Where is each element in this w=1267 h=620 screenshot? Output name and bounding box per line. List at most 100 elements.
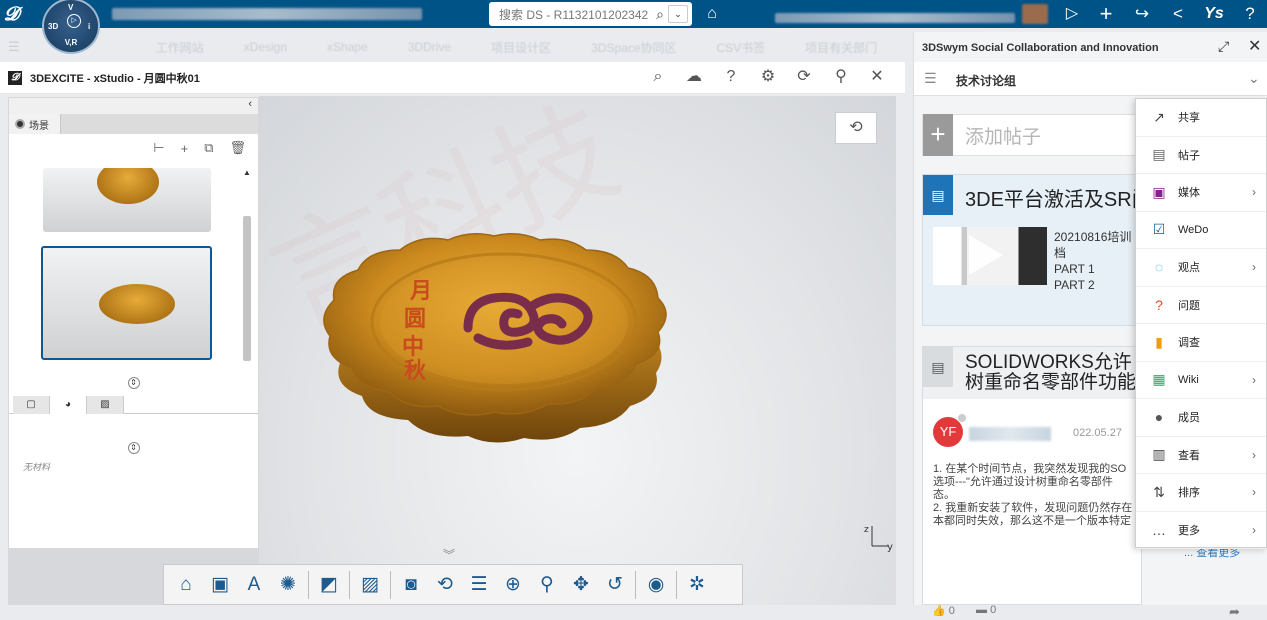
zoom-icon[interactable]: ⊕: [499, 571, 527, 599]
panel-splitter-2[interactable]: ⇕: [9, 442, 258, 458]
scroll-up-icon[interactable]: ▲: [243, 168, 251, 177]
camera-icon[interactable]: ◉: [642, 571, 670, 599]
help-icon[interactable]: ?: [1236, 0, 1264, 28]
post-title[interactable]: SOLIDWORKS允许 树重命名零部件功能: [965, 353, 1136, 393]
post-card-1[interactable]: ▤ 3DE平台激活及SR问 20210816培训档 PART 1 PART 2: [922, 174, 1142, 326]
hierarchy-icon[interactable]: ⊢: [153, 140, 164, 156]
tab-6[interactable]: CSV书签: [716, 39, 765, 56]
render-settings-icon[interactable]: ✺: [274, 571, 302, 599]
3dexperience-icon[interactable]: Ys: [1200, 0, 1228, 28]
menu-item-11[interactable]: … 更多 ›: [1136, 512, 1266, 549]
menu-icon[interactable]: ☰: [924, 70, 937, 87]
post-title[interactable]: 3DE平台激活及SR问: [965, 183, 1141, 212]
tab-5[interactable]: 3DSpace协同区: [591, 39, 676, 56]
play-icon[interactable]: [969, 235, 1003, 275]
pan-icon[interactable]: ✥: [567, 571, 595, 599]
search-icon[interactable]: ⌕: [645, 62, 671, 94]
help-icon[interactable]: ?: [718, 62, 744, 94]
scroll-thumb[interactable]: [243, 216, 251, 361]
compass-play-icon[interactable]: ▷: [67, 14, 81, 28]
add-icon[interactable]: +: [1092, 0, 1120, 28]
menu-item-2[interactable]: ▣ 媒体 ›: [1136, 174, 1266, 212]
menu-item-8[interactable]: ● 成员: [1136, 399, 1266, 437]
tab-4[interactable]: 项目设计区: [491, 39, 551, 56]
compass-west[interactable]: 3D: [48, 22, 58, 31]
search-box[interactable]: 搜索 DS - R1132101202342 ⌕ ⌄: [489, 2, 692, 26]
pin-icon[interactable]: ⚲: [828, 62, 854, 94]
menu-item-3[interactable]: ☑ WeDo: [1136, 212, 1266, 249]
tab-scene[interactable]: 场景: [9, 114, 61, 134]
tab-image-icon[interactable]: ▨: [87, 396, 124, 414]
more-tools-icon[interactable]: ✲: [683, 571, 711, 599]
orbit-icon[interactable]: ↺: [601, 571, 629, 599]
group-bar: ☰ 技术讨论组 ⌄: [914, 62, 1267, 96]
share-post-icon[interactable]: ➦: [1229, 604, 1240, 620]
save-icon[interactable]: ▣: [206, 571, 234, 599]
comment-count[interactable]: ▬ 0: [976, 604, 996, 616]
close-icon[interactable]: ✕: [864, 62, 890, 94]
scrollbar[interactable]: ▲: [241, 168, 253, 368]
play-icon[interactable]: ▷: [1058, 0, 1086, 28]
environment-dropdown-icon[interactable]: ◩: [315, 571, 343, 599]
scene-thumbnail-1[interactable]: [43, 168, 211, 232]
menu-item-4[interactable]: ◌ 观点 ›: [1136, 249, 1266, 287]
mooncake-model[interactable]: 月 圆 中 秋: [318, 228, 670, 448]
camera-view-button[interactable]: ⟲: [835, 112, 877, 144]
search-input[interactable]: 搜索 DS - R1132101202342: [499, 6, 652, 23]
menu-item-0[interactable]: ↗ 共享: [1136, 99, 1266, 137]
menu-item-9[interactable]: ▥ 查看 ›: [1136, 437, 1266, 474]
add-icon[interactable]: +: [181, 141, 189, 156]
menu-item-7[interactable]: ▦ Wiki ›: [1136, 362, 1266, 399]
search-dropdown-button[interactable]: ⌄: [668, 5, 688, 23]
settings-gear-icon[interactable]: ⚙: [755, 62, 781, 94]
post-card-2[interactable]: ▤ SOLIDWORKS允许 树重命名零部件功能 YF 022.05.27 1.…: [922, 346, 1142, 605]
rotate-view-icon[interactable]: ⟲: [431, 571, 459, 599]
author-name[interactable]: [969, 427, 1051, 441]
menu-item-1[interactable]: ▤ 帖子: [1136, 137, 1266, 174]
expand-toolbar-icon[interactable]: ︾: [443, 546, 455, 563]
user-avatar[interactable]: [1022, 4, 1048, 24]
list-icon[interactable]: ☰: [465, 571, 493, 599]
like-count[interactable]: 👍 0: [932, 604, 955, 617]
search-zoom-icon[interactable]: ⚲: [533, 571, 561, 599]
expand-icon[interactable]: ⤢: [1218, 38, 1229, 55]
tab-0[interactable]: 工作网站: [156, 39, 204, 56]
home-icon[interactable]: ⌂: [172, 571, 200, 599]
network-share-icon[interactable]: <: [1164, 0, 1192, 28]
duplicate-icon[interactable]: ⧉: [204, 140, 213, 156]
view-icon[interactable]: ◙: [397, 571, 425, 599]
delete-icon[interactable]: 🗑: [229, 140, 246, 156]
cloud-icon[interactable]: ☁: [681, 62, 707, 94]
menu-item-5[interactable]: ? 问题: [1136, 287, 1266, 324]
tab-material-icon[interactable]: ◕: [50, 396, 87, 414]
compass-widget[interactable]: V 3D i ▷ V,R: [42, 0, 100, 54]
3ds-logo-icon[interactable]: 𝓓: [4, 2, 32, 26]
scene-thumbnail-2[interactable]: [41, 246, 212, 360]
tab-model-icon[interactable]: ▢: [13, 396, 50, 414]
text-style-icon[interactable]: A: [240, 571, 268, 599]
image-icon[interactable]: ▨: [356, 571, 384, 599]
refresh-icon[interactable]: ⟳: [791, 62, 817, 94]
compass-east[interactable]: i: [88, 22, 90, 31]
search-icon[interactable]: ⌕: [656, 6, 664, 23]
svg-text:圆: 圆: [404, 306, 426, 332]
post-body: 1. 在某个时间节点，我突然发现我的SO 选项---"允许通过设计树重命名零部件…: [933, 463, 1133, 527]
collapse-panel-icon[interactable]: ‹: [9, 98, 258, 114]
tab-1[interactable]: xDesign: [244, 40, 287, 54]
tag-icon[interactable]: ⌂: [698, 0, 726, 28]
menu-item-icon: ●: [1154, 409, 1164, 426]
axis-indicator: z y: [864, 525, 893, 552]
panel-splitter[interactable]: ⇕: [9, 377, 258, 393]
compass-north[interactable]: V: [68, 3, 73, 12]
tab-2[interactable]: xShape: [327, 40, 368, 54]
chevron-down-icon[interactable]: ⌄: [1248, 70, 1260, 87]
close-icon[interactable]: ✕: [1248, 36, 1261, 56]
menu-icon[interactable]: ☰: [8, 39, 20, 55]
menu-item-6[interactable]: ▮ 调查: [1136, 324, 1266, 362]
tab-3[interactable]: 3DDrive: [408, 40, 451, 54]
share-icon[interactable]: ↪: [1128, 0, 1156, 28]
add-post-button[interactable]: + 添加帖子: [922, 114, 1142, 156]
tab-7[interactable]: 项目有关部门: [805, 39, 877, 56]
menu-item-10[interactable]: ⇅ 排序 ›: [1136, 474, 1266, 512]
video-thumbnail[interactable]: [933, 227, 1047, 285]
